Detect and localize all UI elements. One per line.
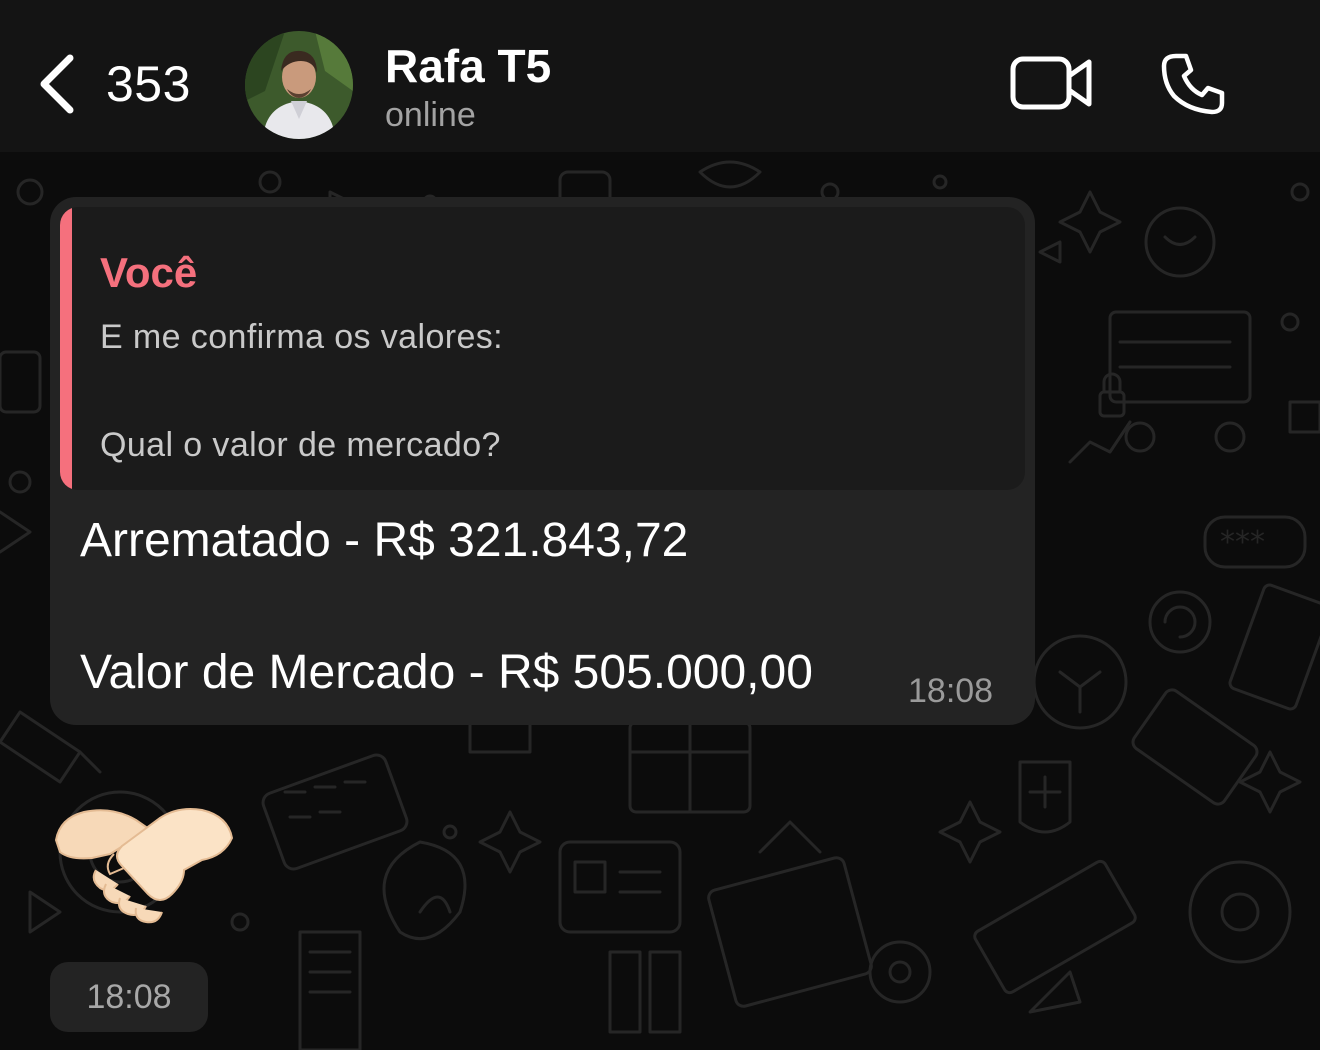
- contact-info[interactable]: Rafa T5 online: [385, 40, 551, 136]
- back-chevron-icon: [40, 54, 74, 114]
- chat-header: 353 Rafa T5 online: [0, 0, 1320, 152]
- unread-count: 353: [106, 56, 191, 112]
- quote-accent-bar: [60, 207, 72, 490]
- video-call-button[interactable]: [1010, 54, 1094, 117]
- message-bubble[interactable]: Você E me confirma os valores: Qual o va…: [50, 197, 1035, 725]
- handshake-emoji-message[interactable]: [52, 798, 236, 928]
- message-timestamp: 18:08: [908, 672, 994, 710]
- message-text-line: Valor de Mercado - R$ 505.000,00: [80, 646, 813, 699]
- contact-name: Rafa T5: [385, 40, 552, 92]
- contact-status: online: [385, 96, 476, 134]
- avatar[interactable]: [245, 31, 353, 139]
- video-camera-icon: [1010, 56, 1092, 110]
- timestamp-text: 18:08: [86, 977, 172, 1016]
- emoji-message-timestamp: 18:08: [50, 962, 208, 1032]
- phone-icon: [1161, 53, 1225, 115]
- handshake-icon: [54, 808, 234, 924]
- svg-text:***: ***: [1220, 525, 1265, 560]
- quote-text-line: E me confirma os valores:: [100, 318, 504, 356]
- quote-text-line: Qual o valor de mercado?: [100, 426, 501, 464]
- voice-call-button[interactable]: [1160, 50, 1228, 123]
- quote-author: Você: [100, 249, 198, 296]
- quoted-message[interactable]: Você E me confirma os valores: Qual o va…: [60, 207, 1025, 490]
- message-text-line: Arrematado - R$ 321.843,72: [80, 514, 689, 567]
- back-button[interactable]: 353: [36, 52, 191, 116]
